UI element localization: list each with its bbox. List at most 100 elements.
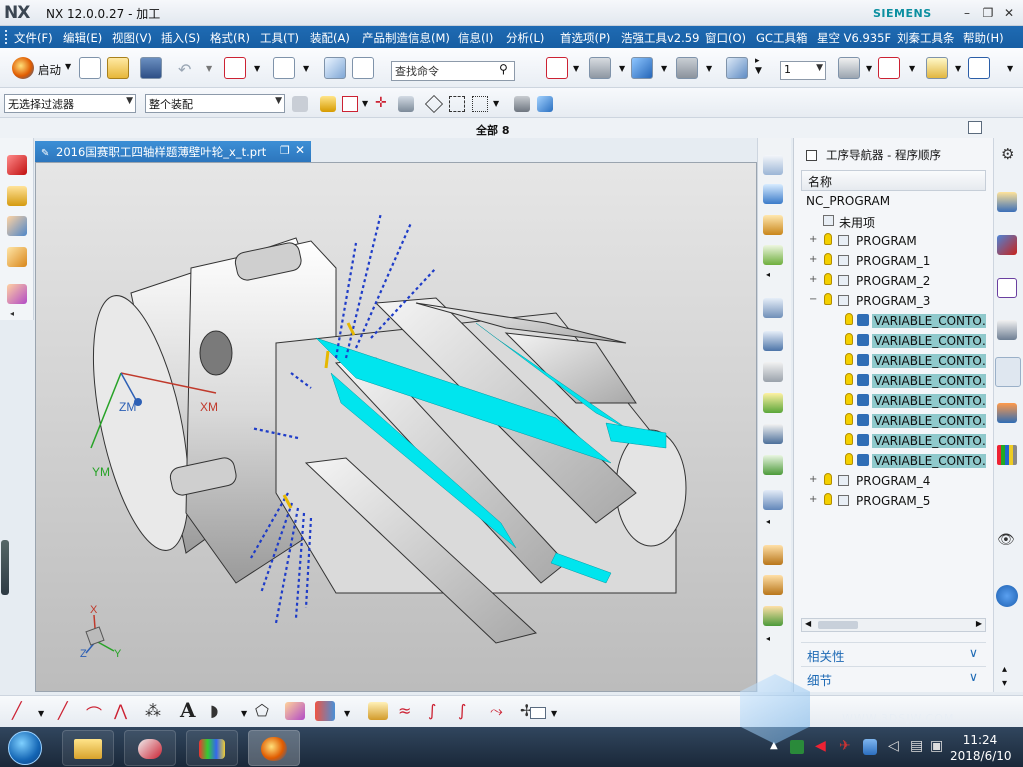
verify-toolpath-icon[interactable] <box>763 393 783 413</box>
info-resource-icon[interactable] <box>996 585 1018 607</box>
document-tab[interactable]: ✎ 2016国赛职工四轴样题薄壁叶轮_x_t.prt <box>35 141 311 162</box>
table-dropdown-icon[interactable]: ▼ <box>551 709 557 718</box>
filter-dropdown-icon[interactable]: ▼ <box>126 96 133 106</box>
list-toolpath-icon[interactable] <box>763 424 783 444</box>
save-icon[interactable] <box>140 57 162 79</box>
move-dropdown-icon[interactable]: ▼ <box>909 64 915 73</box>
expand-icon[interactable]: + <box>809 494 817 505</box>
tree-row-operation[interactable]: VARIABLE_CONTO… <box>801 391 986 411</box>
blank-view-icon[interactable] <box>273 57 295 79</box>
show-hide-icon[interactable] <box>514 96 530 112</box>
generate-toolpath-icon[interactable] <box>763 331 783 351</box>
part-resource-icon[interactable] <box>997 278 1017 298</box>
postprocess-icon[interactable] <box>763 490 783 510</box>
text-icon[interactable]: A <box>180 698 196 722</box>
menu-format[interactable]: 格式(R) <box>210 30 250 46</box>
expand-icon[interactable]: + <box>809 234 817 245</box>
more-tools-dropdown-icon[interactable]: ▼ <box>755 66 762 76</box>
open-folder-icon[interactable] <box>107 57 129 79</box>
tree-row-program-5[interactable]: + PROGRAM_5 <box>801 491 986 511</box>
navigator-pin-icon[interactable] <box>806 150 817 161</box>
assembly-scope-select[interactable]: 整个装配 ▼ <box>145 94 285 113</box>
menu-tools[interactable]: 工具(T) <box>260 30 299 46</box>
expand-icon[interactable]: + <box>809 474 817 485</box>
layer-dropdown-2-icon[interactable]: ▼ <box>866 64 872 73</box>
assembly-resource-icon[interactable] <box>997 192 1017 212</box>
machine-navigator-icon[interactable] <box>997 320 1017 340</box>
more-tools-icon[interactable]: ▸ <box>755 56 760 66</box>
offset-curve-icon[interactable]: ≈ <box>398 701 411 720</box>
menu-file[interactable]: 文件(F) <box>14 30 53 46</box>
layer-settings-icon[interactable] <box>838 57 860 79</box>
start-button[interactable] <box>8 731 42 765</box>
menu-view[interactable]: 视图(V) <box>112 30 152 46</box>
create-geometry-icon[interactable] <box>763 215 783 235</box>
operation-navigator-tab[interactable] <box>995 357 1021 387</box>
replay-toolpath-icon[interactable] <box>763 362 783 382</box>
tree-row-operation[interactable]: VARIABLE_CONTO… <box>801 371 986 391</box>
assembly-navigator-icon[interactable] <box>7 186 27 206</box>
tree-row-operation[interactable]: VARIABLE_CONTO… <box>801 431 986 451</box>
divide-curve-icon[interactable]: ⤳ <box>490 701 503 721</box>
tray-security-icon[interactable] <box>863 739 877 755</box>
cross-snap-icon[interactable]: ✛ <box>375 96 391 112</box>
menu-xingkong[interactable]: 星空 V6.935F <box>817 30 891 46</box>
tree-row-nc-program[interactable]: NC_PROGRAM <box>801 191 986 211</box>
restore-button[interactable]: ❐ <box>978 4 998 22</box>
scroll-left-icon[interactable]: ◀ <box>805 619 811 628</box>
machine-tool-3-icon[interactable] <box>763 606 783 626</box>
tree-row-program[interactable]: + PROGRAM <box>801 231 986 251</box>
line-2-icon[interactable]: ╱ <box>58 701 68 720</box>
details-section[interactable]: 细节 ∨ <box>801 666 986 688</box>
left-bar-more-icon[interactable]: ◂ <box>10 309 14 318</box>
menu-edit[interactable]: 编辑(E) <box>63 30 102 46</box>
measure-icon[interactable] <box>926 57 948 79</box>
tree-row-operation[interactable]: VARIABLE_CONTO… <box>801 311 986 331</box>
extrude-icon[interactable] <box>315 701 335 721</box>
start-label[interactable]: 启动 <box>38 62 61 78</box>
bridge-curve-icon[interactable]: ∫ <box>428 701 436 720</box>
menu-liuqin-toolbar[interactable]: 刘秦工具条 <box>897 30 955 46</box>
new-file-icon[interactable] <box>79 57 101 79</box>
extrude-dropdown-icon[interactable]: ▼ <box>344 709 350 718</box>
scroll-right-icon[interactable]: ▶ <box>976 619 982 628</box>
layout-icon[interactable] <box>352 57 374 79</box>
expand-icon[interactable]: + <box>809 274 817 285</box>
tree-row-operation[interactable]: VARIABLE_CONTO… <box>801 451 986 471</box>
tree-row-unused[interactable]: 未用项 <box>801 211 986 231</box>
selection-options-icon[interactable] <box>292 96 308 112</box>
section-dropdown-icon[interactable]: ▼ <box>706 64 712 73</box>
part-navigator-icon[interactable] <box>7 155 27 175</box>
tray-network-icon[interactable]: ▤ <box>910 738 923 754</box>
tree-row-operation[interactable]: VARIABLE_CONTO… <box>801 331 986 351</box>
undo-dropdown-icon[interactable]: ▼ <box>206 64 212 73</box>
machine-tool-icon[interactable] <box>763 545 783 565</box>
analysis-dropdown-icon[interactable]: ▼ <box>1007 64 1013 73</box>
section-view-icon[interactable] <box>676 57 698 79</box>
constraint-navigator-icon[interactable] <box>7 216 27 236</box>
layer-dropdown-icon[interactable]: ▼ <box>816 63 823 73</box>
create-operation-icon[interactable] <box>763 298 783 318</box>
fullscreen-toggle-icon[interactable] <box>968 121 982 134</box>
undo-icon[interactable]: ↶ <box>178 60 191 79</box>
shape-dropdown-icon[interactable]: ▼ <box>241 709 247 718</box>
cam-more-3-icon[interactable]: ◂ <box>766 634 770 643</box>
region-icon[interactable]: ⬠ <box>255 701 269 720</box>
shading-icon[interactable] <box>589 57 611 79</box>
collapse-up-icon[interactable]: ▴ <box>1002 664 1007 675</box>
menu-assembly[interactable]: 装配(A) <box>310 30 350 46</box>
reuse-library-resource-icon[interactable] <box>997 445 1017 465</box>
menu-analysis[interactable]: 分析(L) <box>506 30 544 46</box>
tree-row-program-3[interactable]: − PROGRAM_3 <box>801 291 986 311</box>
menu-help[interactable]: 帮助(H) <box>963 30 1004 46</box>
search-icon[interactable]: ⚲ <box>499 62 508 76</box>
table-icon[interactable] <box>530 707 546 719</box>
move-object-icon[interactable] <box>878 57 900 79</box>
dependencies-section[interactable]: 相关性 ∨ <box>801 642 986 664</box>
taskbar-paint[interactable] <box>186 730 238 766</box>
analysis-icon[interactable] <box>968 57 990 79</box>
menu-information[interactable]: 信息(I) <box>458 30 493 46</box>
measure-dropdown-icon[interactable]: ▼ <box>955 64 961 73</box>
tree-row-program-1[interactable]: + PROGRAM_1 <box>801 251 986 271</box>
visualization-eye-icon[interactable]: 👁 <box>997 532 1015 548</box>
